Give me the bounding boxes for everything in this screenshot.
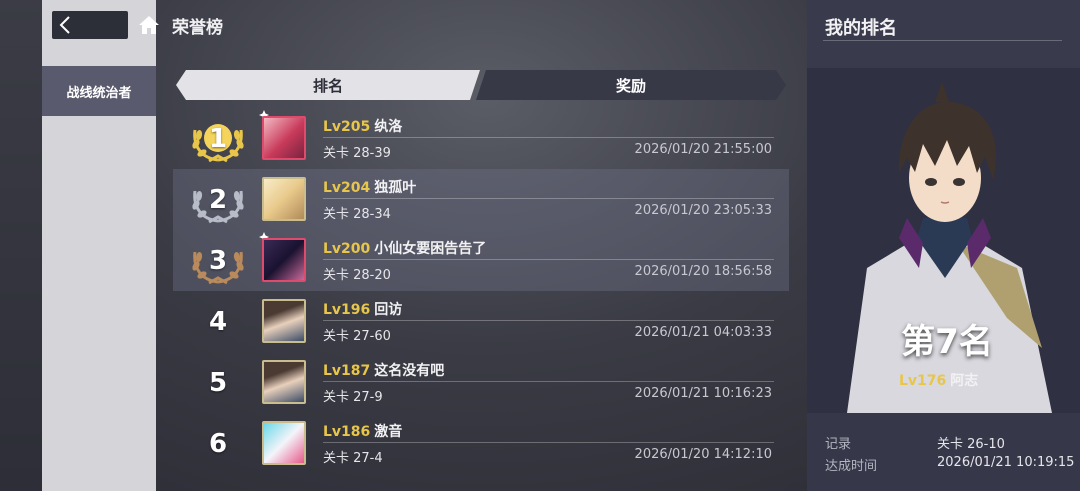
character-avatar-icon[interactable] bbox=[262, 360, 306, 404]
timestamp: 2026/01/21 10:16:23 bbox=[634, 386, 772, 401]
list-item[interactable]: 2 Lv204 独孤叶 关卡 28-34 2026/01/20 23:05:33 bbox=[173, 169, 789, 230]
character-avatar-icon[interactable] bbox=[262, 238, 306, 282]
player-line: Lv186 激音 bbox=[323, 421, 402, 441]
character-avatar-icon[interactable] bbox=[262, 177, 306, 221]
player-line: Lv205 纨洛 bbox=[323, 116, 402, 136]
character-avatar-icon[interactable] bbox=[262, 299, 306, 343]
page-title: 荣誉榜 bbox=[172, 17, 223, 38]
my-name: 阿志 bbox=[950, 373, 979, 389]
rank-number: 4 bbox=[208, 307, 228, 337]
player-name: 激音 bbox=[374, 424, 403, 440]
player-level: Lv187 bbox=[323, 363, 371, 379]
stage-text: 关卡 28-39 bbox=[323, 146, 391, 161]
row-divider bbox=[323, 381, 774, 382]
top-bar: 荣誉榜 bbox=[52, 10, 223, 40]
player-name: 纨洛 bbox=[374, 119, 403, 135]
list-item[interactable]: 1 Lv205 纨洛 关卡 28-39 2026/01/20 21:55:00 bbox=[173, 108, 789, 169]
stage-text: 关卡 28-20 bbox=[323, 268, 391, 283]
row-divider bbox=[323, 442, 774, 443]
rank-number: 6 bbox=[208, 429, 228, 459]
player-line: Lv204 独孤叶 bbox=[323, 177, 416, 197]
back-button[interactable] bbox=[52, 11, 128, 39]
stage-text: 关卡 27-9 bbox=[323, 390, 383, 405]
row-divider bbox=[323, 137, 774, 138]
player-line: Lv200 小仙女要困告告了 bbox=[323, 238, 486, 258]
my-rank-text: 第7名 bbox=[901, 322, 993, 362]
player-name: 这名没有吧 bbox=[374, 363, 445, 379]
tab-rank[interactable]: 排名 bbox=[176, 70, 480, 100]
stage-text: 关卡 27-60 bbox=[323, 329, 391, 344]
my-rank-title: 我的排名 bbox=[825, 18, 897, 39]
timestamp: 2026/01/20 21:55:00 bbox=[634, 142, 772, 157]
my-record-panel: 记录 关卡 26-10 达成时间 2026/01/21 10:19:15 bbox=[807, 413, 1080, 491]
record-label: 记录 bbox=[825, 437, 852, 452]
timestamp: 2026/01/20 23:05:33 bbox=[634, 203, 772, 218]
player-level: Lv186 bbox=[323, 424, 371, 440]
player-level: Lv204 bbox=[323, 180, 371, 196]
list-item[interactable]: 6 Lv186 激音 关卡 27-4 2026/01/20 14:12:10 bbox=[173, 413, 789, 470]
rank-number: 1 bbox=[208, 124, 228, 154]
rank-number: 3 bbox=[208, 246, 228, 276]
left-edge-background bbox=[0, 0, 42, 491]
home-icon bbox=[139, 16, 159, 34]
tab-reward[interactable]: 奖励 bbox=[476, 70, 786, 100]
list-item[interactable]: 4 Lv196 回访 关卡 27-60 2026/01/21 04:03:33 bbox=[173, 291, 789, 352]
ranking-list[interactable]: 1 Lv205 纨洛 关卡 28-39 2026/01/20 21:55:00 2… bbox=[173, 108, 789, 470]
row-divider bbox=[323, 198, 774, 199]
rank-number: 2 bbox=[208, 185, 228, 215]
rank-number: 5 bbox=[208, 368, 228, 398]
player-line: Lv196 回访 bbox=[323, 299, 402, 319]
player-level: Lv200 bbox=[323, 241, 371, 257]
list-item[interactable]: 3 Lv200 小仙女要困告告了 关卡 28-20 2026/01/20 18:5… bbox=[173, 230, 789, 291]
player-line: Lv187 这名没有吧 bbox=[323, 360, 444, 380]
player-level: Lv205 bbox=[323, 119, 371, 135]
player-level: Lv196 bbox=[323, 302, 371, 318]
character-avatar-icon[interactable] bbox=[262, 116, 306, 160]
achieved-time-value: 2026/01/21 10:19:15 bbox=[937, 455, 1075, 470]
stage-text: 关卡 27-4 bbox=[323, 451, 383, 466]
sidebar-item-frontline-ruler[interactable]: 战线统治者 bbox=[42, 66, 156, 116]
my-rank-header: 我的排名 bbox=[807, 0, 1080, 68]
player-name: 回访 bbox=[374, 302, 403, 318]
tab-bar: 奖励 排名 bbox=[176, 70, 786, 100]
list-item[interactable]: 5 Lv187 这名没有吧 关卡 27-9 2026/01/21 10:16:23 bbox=[173, 352, 789, 413]
timestamp: 2026/01/21 04:03:33 bbox=[634, 325, 772, 340]
my-level: Lv176 bbox=[899, 373, 947, 389]
header-divider bbox=[823, 40, 1062, 41]
record-value: 关卡 26-10 bbox=[937, 437, 1005, 452]
player-name: 独孤叶 bbox=[374, 180, 417, 196]
timestamp: 2026/01/20 14:12:10 bbox=[634, 447, 772, 462]
home-button[interactable] bbox=[136, 11, 162, 39]
my-player-line: Lv176 阿志 bbox=[899, 370, 978, 390]
stage-text: 关卡 28-34 bbox=[323, 207, 391, 222]
row-divider bbox=[323, 320, 774, 321]
back-icon bbox=[59, 16, 70, 34]
player-name: 小仙女要困告告了 bbox=[374, 241, 487, 257]
character-avatar-icon[interactable] bbox=[262, 421, 306, 465]
timestamp: 2026/01/20 18:56:58 bbox=[634, 264, 772, 279]
row-divider bbox=[323, 259, 774, 260]
my-rank-panel: 我的排名 第7名 Lv176 阿志 记录 关卡 26-10 达成时间 2026/0… bbox=[807, 0, 1080, 491]
sidebar: 战线统治者 bbox=[42, 0, 156, 491]
achieved-time-label: 达成时间 bbox=[825, 459, 878, 474]
